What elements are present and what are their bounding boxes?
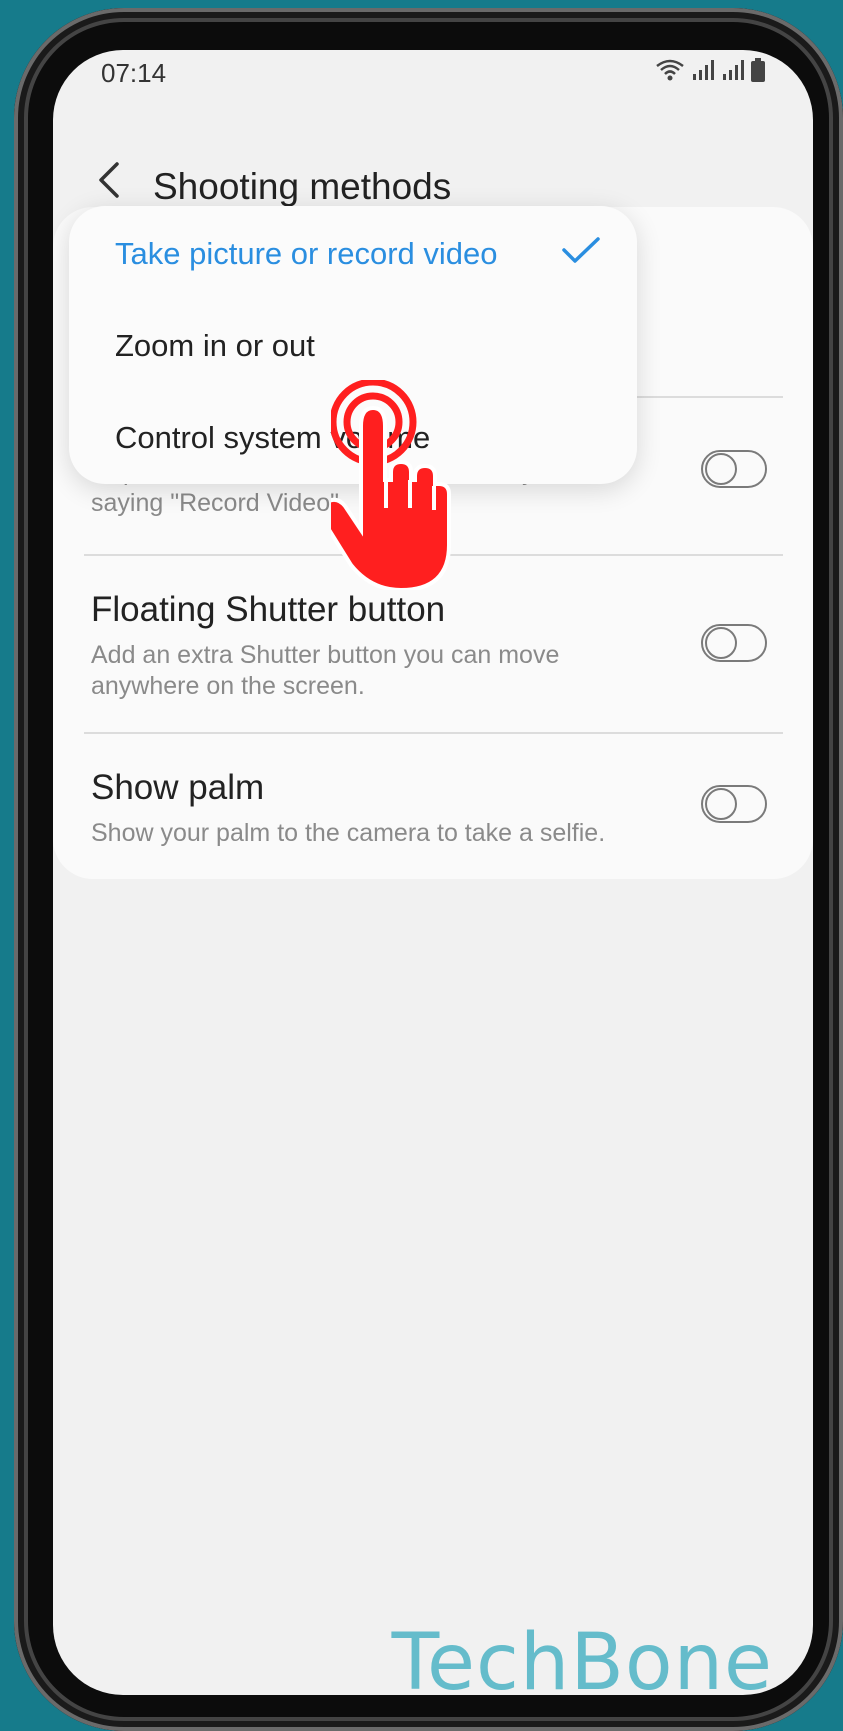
tap-hand-icon: [331, 380, 451, 590]
floating-shutter-title: Floating Shutter button: [91, 590, 446, 629]
back-arrow-icon[interactable]: [91, 160, 131, 200]
show-palm-desc: Show your palm to the camera to take a s…: [91, 819, 606, 847]
status-icons: [655, 58, 765, 82]
floating-shutter-toggle[interactable]: [701, 624, 767, 662]
watermark-logo: TechBone: [391, 1618, 773, 1708]
voice-commands-toggle[interactable]: [701, 450, 767, 488]
status-time: 07:14: [101, 58, 167, 88]
screen: 07:14 Shooting methods saying "Record Vi…: [53, 50, 813, 1695]
battery-icon: [751, 58, 765, 82]
floating-shutter-row[interactable]: Floating Shutter button Add an extra Shu…: [91, 590, 765, 702]
divider: [84, 732, 783, 734]
show-palm-title: Show palm: [91, 768, 265, 807]
option-take-picture[interactable]: Take picture or record video: [115, 236, 498, 272]
wifi-icon: [656, 59, 684, 81]
floating-shutter-desc: Add an extra Shutter button you can move…: [91, 641, 560, 700]
signal-icon-2: [723, 60, 744, 80]
show-palm-row[interactable]: Show palm Show your palm to the camera t…: [91, 768, 765, 849]
show-palm-toggle[interactable]: [701, 785, 767, 823]
checkmark-icon: [562, 237, 600, 263]
option-zoom[interactable]: Zoom in or out: [115, 328, 315, 364]
signal-icon: [693, 60, 714, 80]
page-title: Shooting methods: [153, 166, 452, 207]
status-bar: 07:14: [53, 50, 813, 120]
